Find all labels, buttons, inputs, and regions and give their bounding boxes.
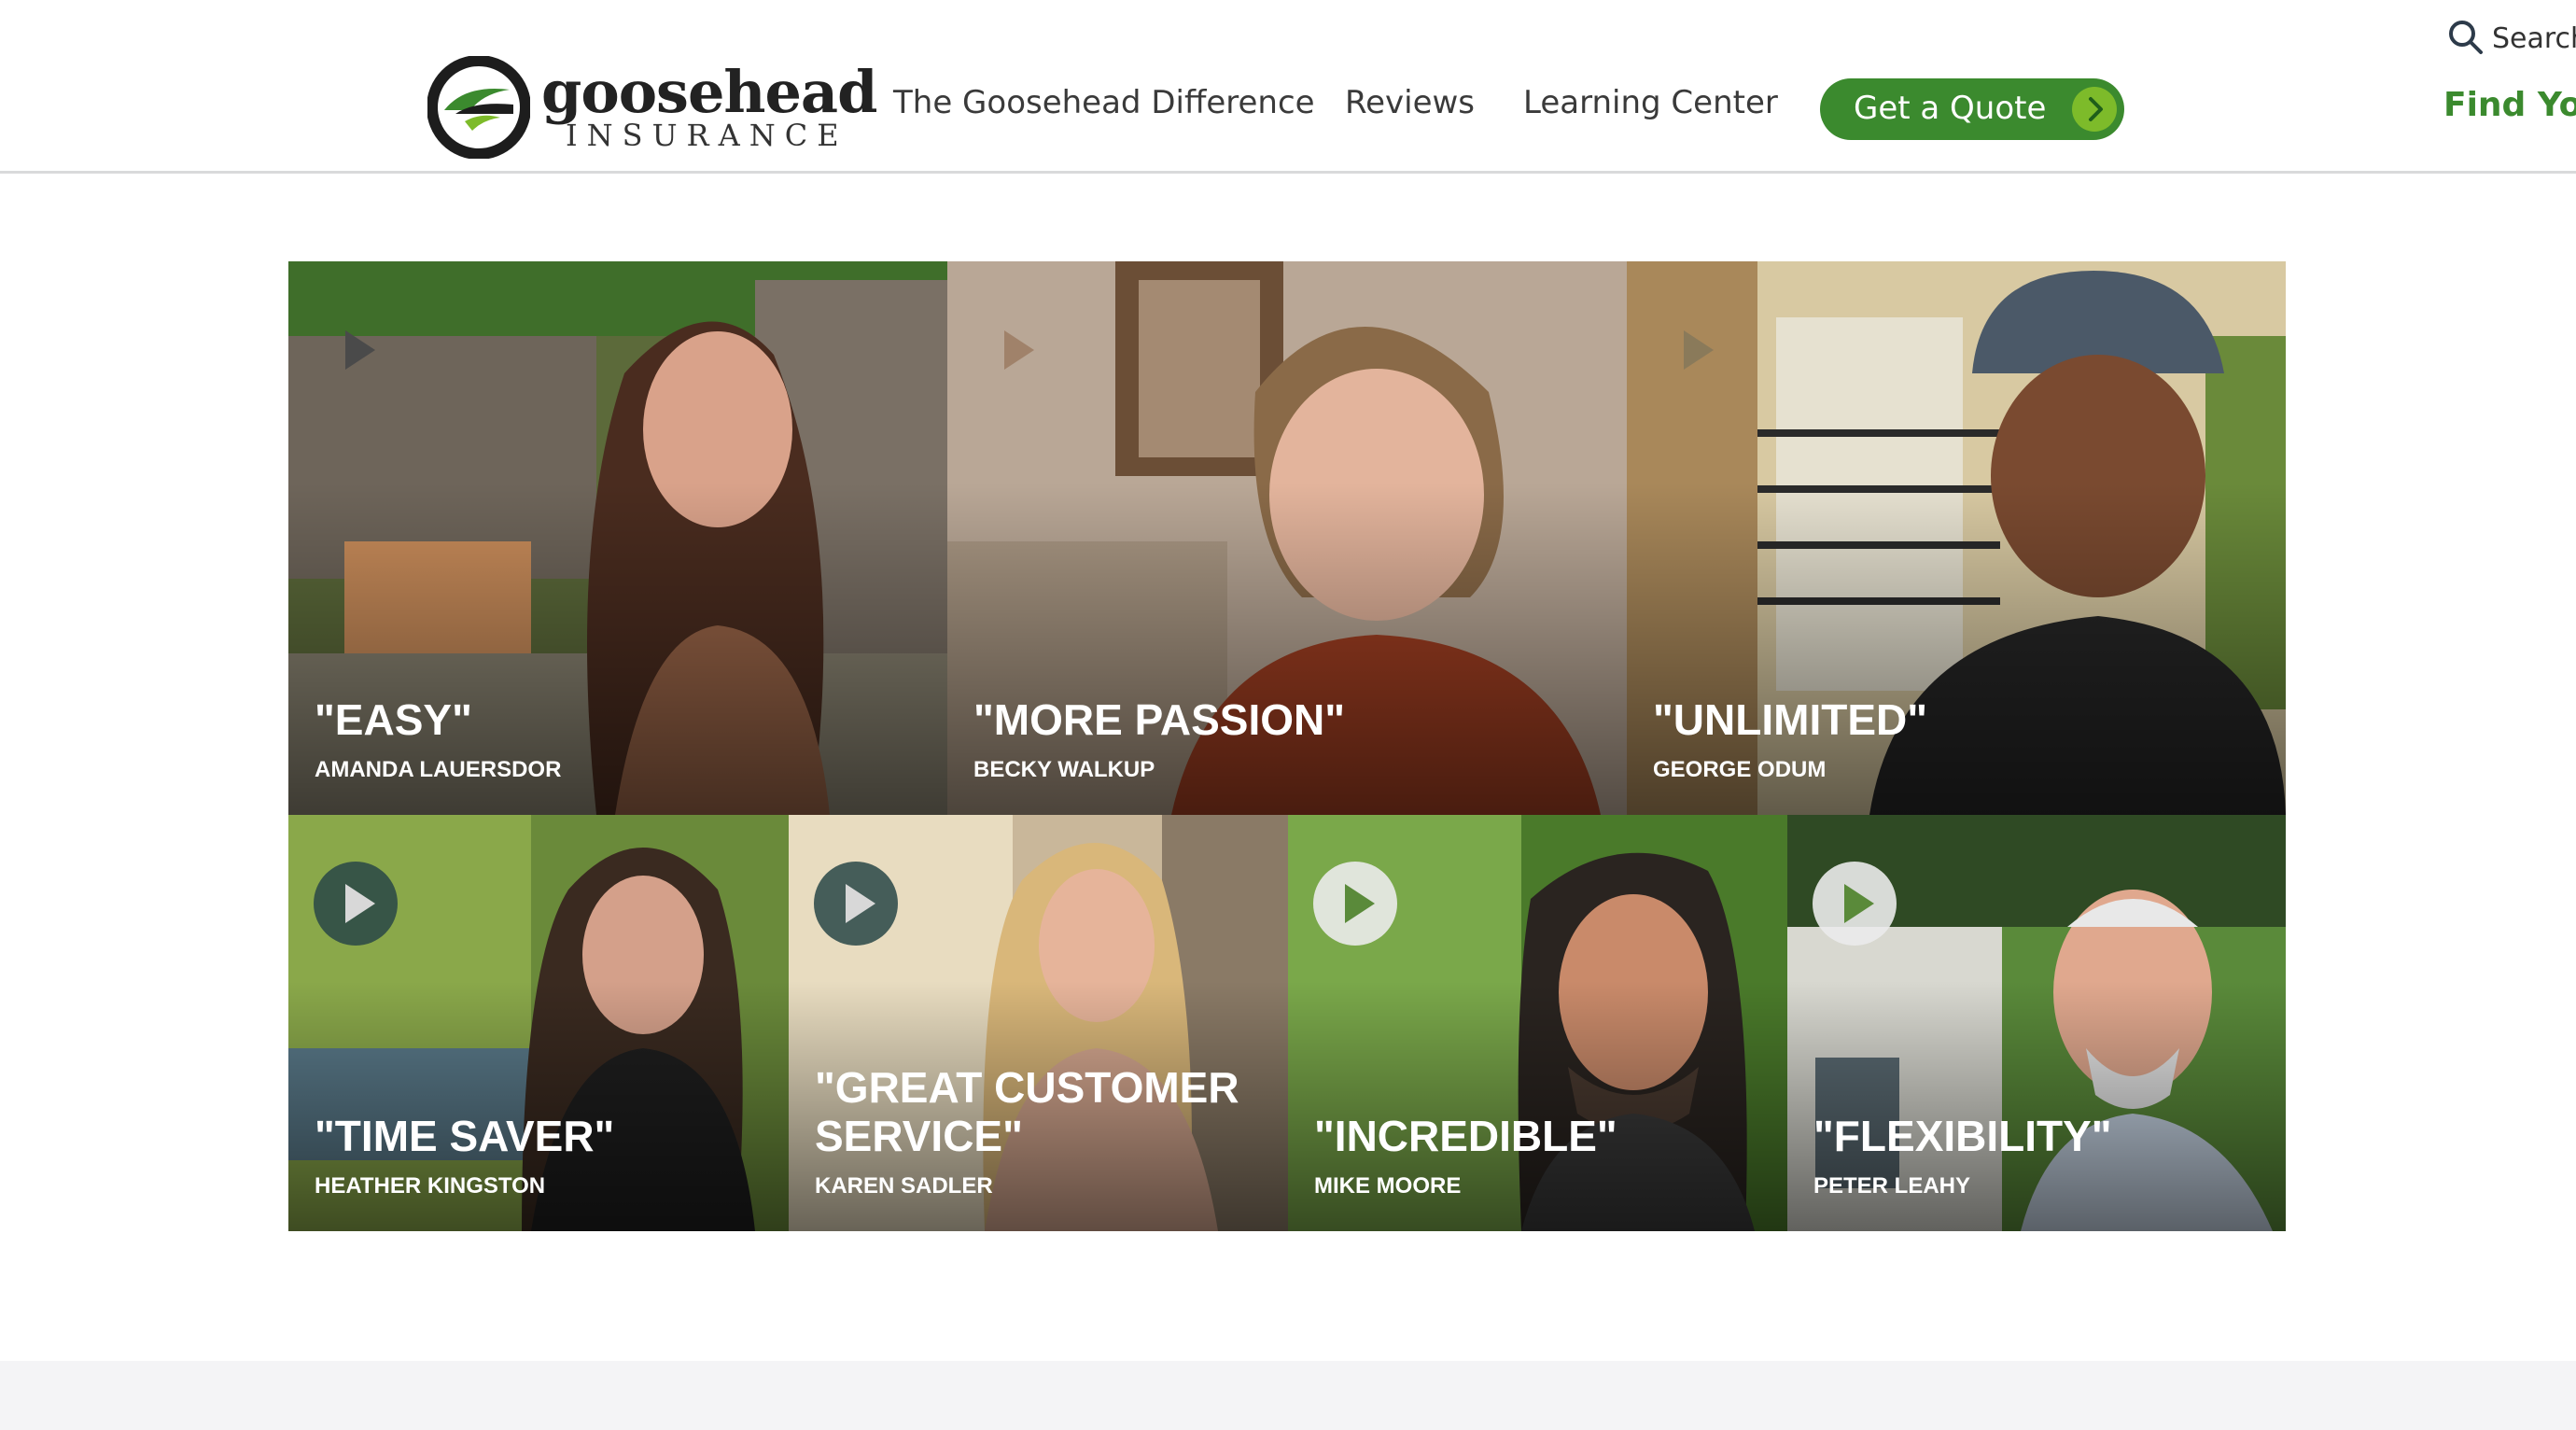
goosehead-logo[interactable]: goosehead INSURANCE [427,56,877,163]
search-icon [2449,21,2483,54]
play-icon [846,884,875,923]
video-tile[interactable]: "MORE PASSION" BECKY WALKUP [947,261,1627,815]
testimonial-name: HEATHER KINGSTON [315,1173,546,1199]
play-button[interactable] [314,862,398,946]
play-button[interactable] [814,862,898,946]
testimonial-quote: "FLEXIBILITY" [1813,1112,2112,1160]
testimonial-quote: "GREAT CUSTOMER SERVICE" [815,1063,1239,1160]
play-icon [1004,330,1034,370]
testimonial-name: AMANDA LAUERSDOR [315,757,562,782]
testimonial-quote: "INCREDIBLE" [1314,1112,1617,1160]
video-tile[interactable]: "UNLIMITED" GEORGE ODUM [1627,261,2286,815]
logo-subtitle: INSURANCE [566,118,848,153]
get-a-quote-label: Get a Quote [1854,90,2047,127]
footer-band [0,1361,2576,1430]
video-tile[interactable]: "INCREDIBLE" MIKE MOORE [1288,815,1787,1231]
video-tile[interactable]: "EASY" AMANDA LAUERSDOR [288,261,947,815]
testimonial-name: PETER LEAHY [1813,1173,1971,1199]
testimonial-name: GEORGE ODUM [1653,757,1827,782]
testimonial-quote: "UNLIMITED" [1653,695,1928,744]
find-agent-link[interactable]: Find You [2443,86,2576,124]
nav-goosehead-difference[interactable]: The Goosehead Difference [893,84,1315,121]
logo-wordmark: goosehead [541,58,877,126]
play-button[interactable] [1313,862,1397,946]
testimonial-quote: "TIME SAVER" [315,1112,615,1160]
goosehead-g-logo-icon [427,56,530,159]
chevron-right-icon [2072,87,2117,132]
testimonial-quote: "EASY" [315,695,472,744]
play-button[interactable] [973,308,1057,392]
search-label: Search [2492,22,2576,55]
play-icon [1345,884,1375,923]
testimonial-quote: "MORE PASSION" [973,695,1346,744]
testimonial-name: KAREN SADLER [815,1173,993,1199]
testimonial-name: MIKE MOORE [1314,1173,1462,1199]
site-header: goosehead INSURANCE The Goosehead Differ… [0,0,2576,174]
video-tile[interactable]: "TIME SAVER" HEATHER KINGSTON [288,815,789,1231]
play-icon [345,330,375,370]
play-button[interactable] [1652,308,1736,392]
nav-reviews[interactable]: Reviews [1345,84,1475,121]
testimonial-name: BECKY WALKUP [973,757,1155,782]
video-tile[interactable]: "GREAT CUSTOMER SERVICE" KAREN SADLER [789,815,1288,1231]
play-button[interactable] [314,308,398,392]
play-icon [1844,884,1874,923]
play-icon [345,884,375,923]
play-icon [1684,330,1714,370]
video-tile[interactable]: "FLEXIBILITY" PETER LEAHY [1787,815,2286,1231]
get-a-quote-button[interactable]: Get a Quote [1820,78,2124,140]
play-button[interactable] [1813,862,1897,946]
nav-learning-center[interactable]: Learning Center [1523,84,1778,121]
